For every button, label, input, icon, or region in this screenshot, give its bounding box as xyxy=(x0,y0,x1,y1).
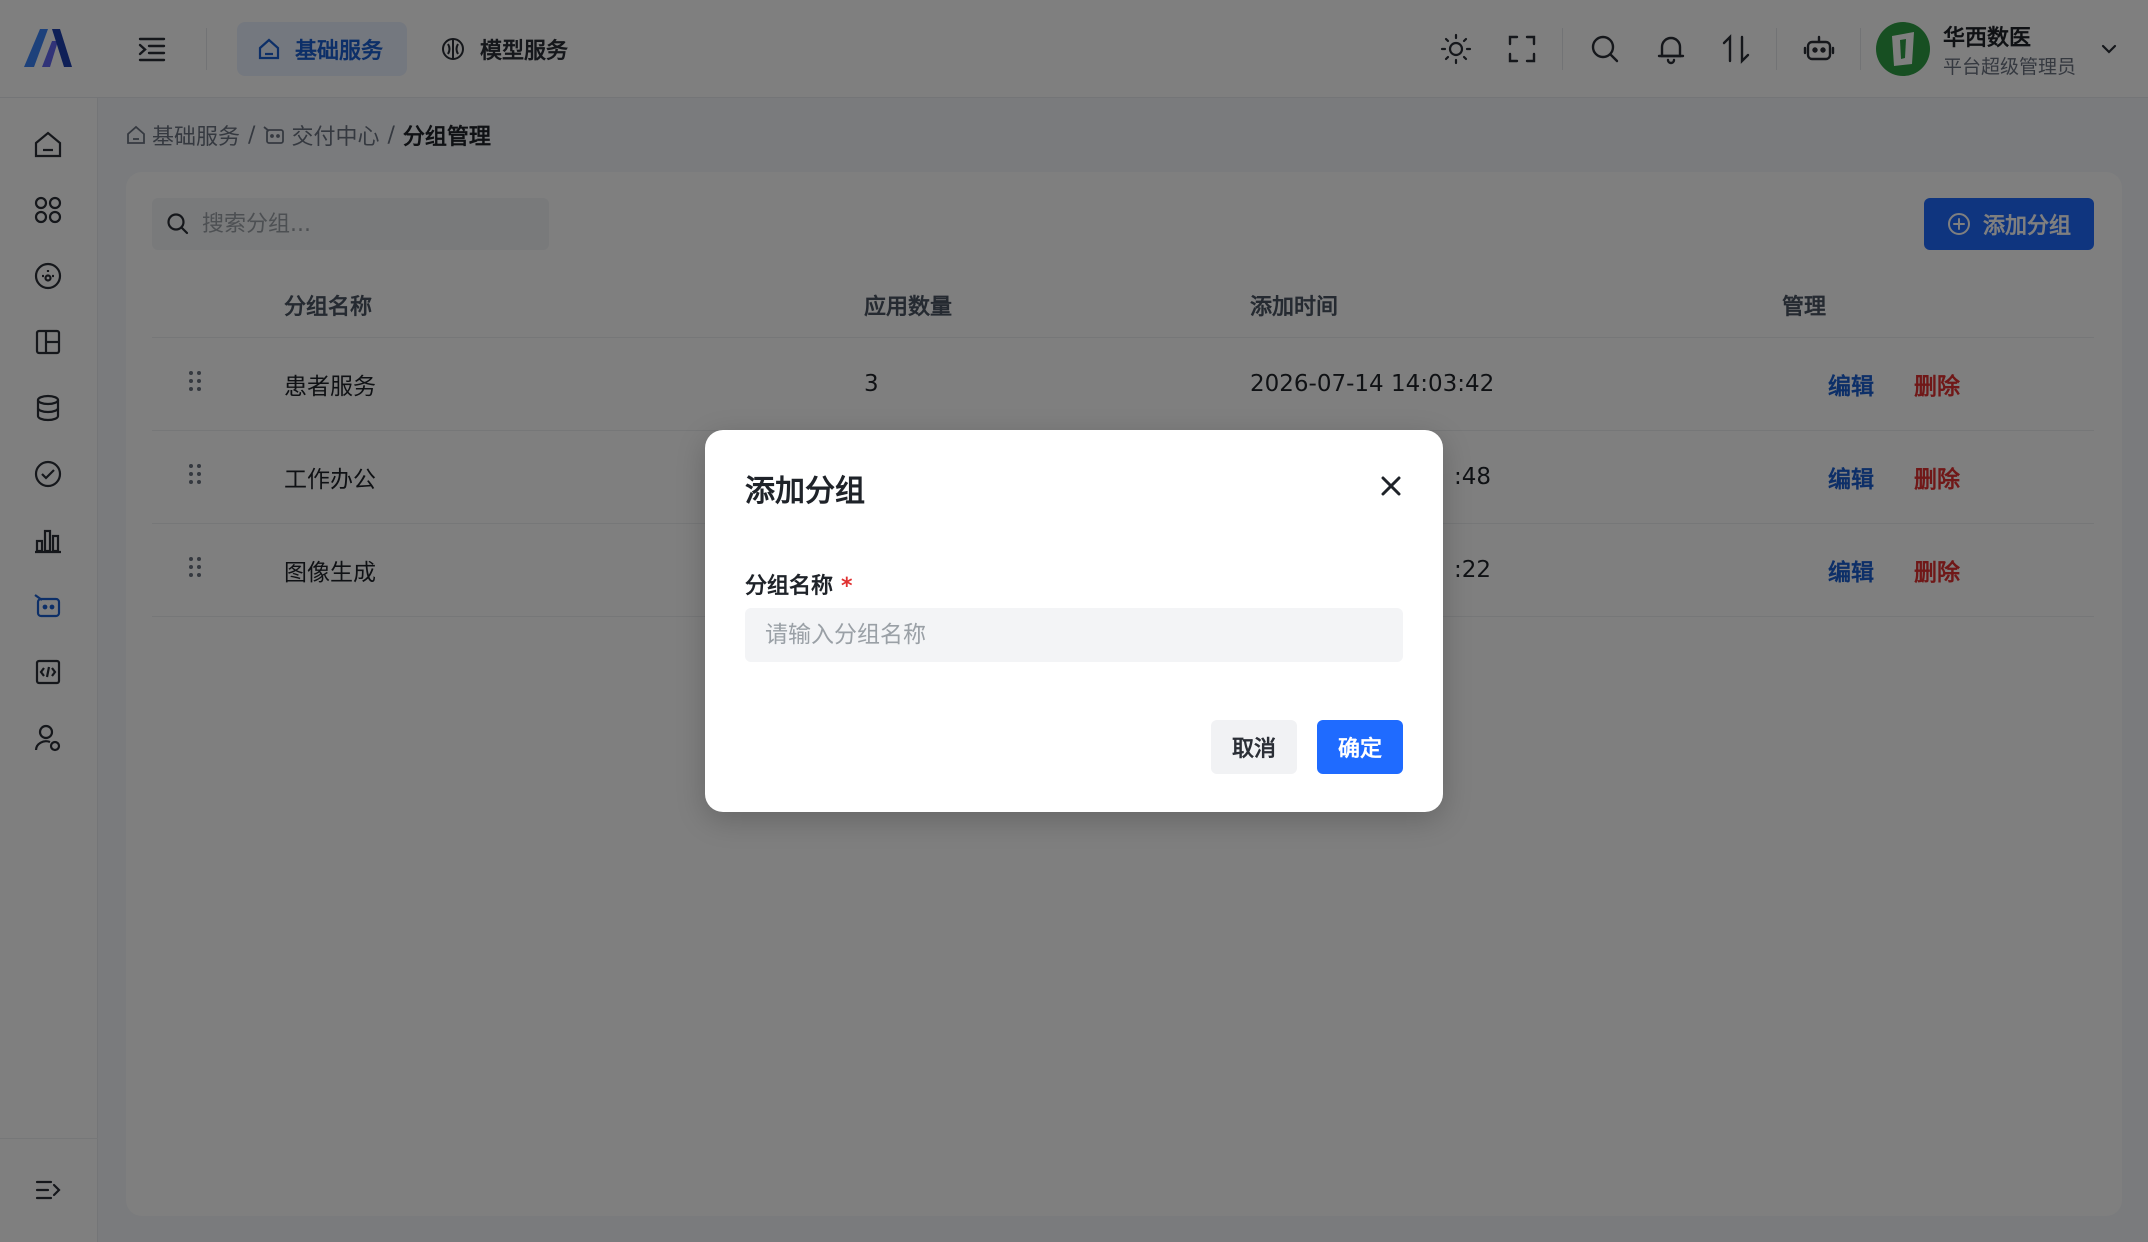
cancel-button[interactable]: 取消 xyxy=(1211,720,1297,774)
close-icon[interactable] xyxy=(1377,472,1405,500)
add-group-dialog: 添加分组 分组名称* 取消 确定 xyxy=(705,430,1443,812)
group-name-label: 分组名称 * xyxy=(745,574,853,599)
required-mark: * xyxy=(841,574,853,599)
group-name-input[interactable] xyxy=(745,608,1403,662)
confirm-button[interactable]: 确定 xyxy=(1317,720,1403,774)
dialog-title: 添加分组 xyxy=(745,474,865,509)
